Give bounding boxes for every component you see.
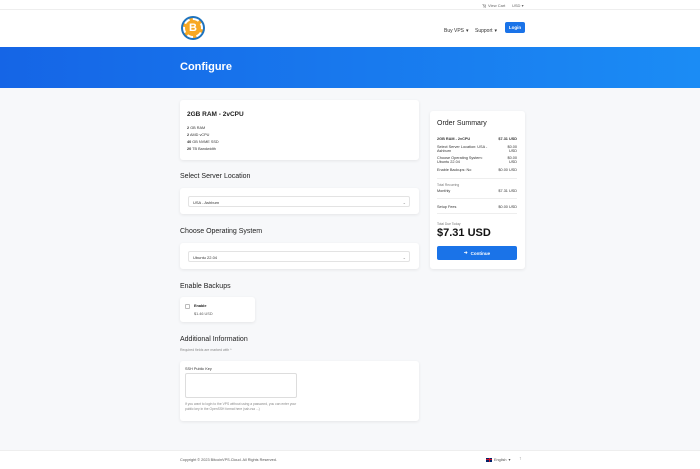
nav-buy-vps-label: Buy VPS xyxy=(444,28,465,34)
hero-banner: Configure xyxy=(0,47,700,88)
location-value: USA - Ashburn xyxy=(193,200,220,205)
summary-line-value: $0.00 USD xyxy=(498,168,517,172)
nav-support-label: Support xyxy=(475,28,493,34)
feature-qty: 2 xyxy=(187,126,190,130)
order-summary-title: Order Summary xyxy=(437,120,487,127)
ssh-key-label: SSH Public Key xyxy=(185,367,212,371)
monthly-line: Monthly $7.31 USD xyxy=(437,189,517,193)
feature-label: AMD vCPU xyxy=(189,133,210,137)
recurring-label: Total Recurring xyxy=(437,183,460,187)
backup-option-card[interactable]: Enable $1.46 USD xyxy=(180,297,255,322)
feature-label: GB NVME SSD xyxy=(192,140,219,144)
location-select[interactable]: USA - Ashburn ⌄ xyxy=(188,196,410,207)
view-cart-link[interactable]: View Cart xyxy=(482,3,505,8)
language-label: English xyxy=(494,457,507,462)
arrow-right-icon: ➔ xyxy=(463,250,468,255)
summary-line-label: Select Server Location: USA - Ashburn xyxy=(437,145,488,153)
backup-price: $1.46 USD xyxy=(194,312,213,316)
chevron-down-icon: ⌄ xyxy=(402,200,406,205)
monthly-label: Monthly xyxy=(437,189,451,193)
feature-item: 20 TB Bandwidth xyxy=(187,147,216,151)
login-button[interactable]: Login xyxy=(505,22,525,33)
ssh-key-help: If you want to login to the VPS without … xyxy=(185,402,297,411)
chevron-down-icon: ▾ xyxy=(494,28,498,34)
cart-icon xyxy=(482,3,486,8)
feature-item: 2 GB RAM xyxy=(187,126,205,130)
logo-letter: B xyxy=(189,22,197,34)
site-logo[interactable]: B xyxy=(181,16,205,40)
divider xyxy=(437,213,517,214)
currency-dropdown[interactable]: USD ▾ xyxy=(512,3,524,8)
footer: Copyright © 2023 BitcoinVPS.Cloud. All R… xyxy=(0,450,700,469)
summary-line-label: 2GB RAM - 2vCPU xyxy=(437,137,471,141)
backup-option-label: Enable xyxy=(194,304,207,308)
chevron-down-icon: ▾ xyxy=(521,3,524,8)
page-title: Configure xyxy=(180,61,232,73)
language-selector[interactable]: English ▾ xyxy=(486,457,510,462)
summary-line: Choose Operating System: Ubuntu 22.04 $0.… xyxy=(437,156,517,164)
feature-label: TB Bandwidth xyxy=(192,147,216,151)
uk-flag-icon xyxy=(486,457,492,462)
total-amount: $7.31 USD xyxy=(437,227,491,239)
nav-buy-vps[interactable]: Buy VPS ▾ xyxy=(444,28,469,34)
order-summary: Order Summary 2GB RAM - 2vCPU $7.31 USD S… xyxy=(430,111,525,269)
bitcoin-icon: B xyxy=(183,18,203,38)
feature-qty: 40 xyxy=(187,140,192,144)
chevron-down-icon: ⌄ xyxy=(402,255,406,260)
feature-qty: 20 xyxy=(187,147,192,151)
total-due-label: Total Due Today xyxy=(437,222,461,226)
section-title-os: Choose Operating System xyxy=(180,228,263,235)
additional-card: SSH Public Key If you want to login to t… xyxy=(180,361,419,421)
back-to-top-icon[interactable]: ↑ xyxy=(519,456,522,462)
continue-button[interactable]: ➔ Continue xyxy=(437,246,517,260)
feature-qty: 2 xyxy=(187,133,190,137)
ssh-key-textarea[interactable] xyxy=(185,373,297,398)
os-select[interactable]: Ubuntu 22.04 ⌄ xyxy=(188,251,410,262)
summary-line: 2GB RAM - 2vCPU $7.31 USD xyxy=(437,137,517,141)
os-card: Ubuntu 22.04 ⌄ xyxy=(180,243,419,269)
copyright-text: Copyright © 2023 BitcoinVPS.Cloud. All R… xyxy=(180,458,277,462)
section-title-backups: Enable Backups xyxy=(180,283,231,290)
feature-item: 2 AMD vCPU xyxy=(187,133,209,137)
required-note: Required fields are marked with * xyxy=(180,348,232,352)
section-title-additional: Additional Information xyxy=(180,336,248,343)
summary-line-label: Enable Backups: No xyxy=(437,168,472,172)
location-card: USA - Ashburn ⌄ xyxy=(180,188,419,214)
setup-value: $0.00 USD xyxy=(498,205,517,209)
summary-line-value: $0.00 USD xyxy=(507,145,517,153)
chevron-down-icon: ▾ xyxy=(508,458,511,462)
summary-line-value: $0.00 USD xyxy=(507,156,517,164)
nav-support[interactable]: Support ▾ xyxy=(475,28,497,34)
enable-backups-checkbox[interactable] xyxy=(185,304,190,309)
setup-line: Setup Fees $0.00 USD xyxy=(437,205,517,209)
divider xyxy=(437,178,517,179)
product-card: 2GB RAM - 2vCPU 2 GB RAM 2 AMD vCPU 40 G… xyxy=(180,100,419,160)
continue-label: Continue xyxy=(470,250,491,256)
section-title-location: Select Server Location xyxy=(180,173,251,180)
header: B Buy VPS ▾ Support ▾ Login xyxy=(0,10,700,47)
feature-label: GB RAM xyxy=(190,126,206,130)
summary-line: Enable Backups: No $0.00 USD xyxy=(437,168,517,172)
divider xyxy=(437,198,517,199)
summary-line-label: Choose Operating System: Ubuntu 22.04 xyxy=(437,156,483,164)
product-name: 2GB RAM - 2vCPU xyxy=(187,111,244,118)
summary-line-value: $7.31 USD xyxy=(498,137,517,141)
view-cart-label: View Cart xyxy=(488,3,506,8)
setup-label: Setup Fees xyxy=(437,205,457,209)
os-value: Ubuntu 22.04 xyxy=(193,255,218,260)
currency-label: USD xyxy=(512,3,521,8)
summary-line: Select Server Location: USA - Ashburn $0.… xyxy=(437,145,517,153)
feature-item: 40 GB NVME SSD xyxy=(187,140,219,144)
top-bar: View Cart USD ▾ xyxy=(0,0,700,10)
chevron-down-icon: ▾ xyxy=(466,28,469,34)
monthly-value: $7.31 USD xyxy=(498,189,517,193)
